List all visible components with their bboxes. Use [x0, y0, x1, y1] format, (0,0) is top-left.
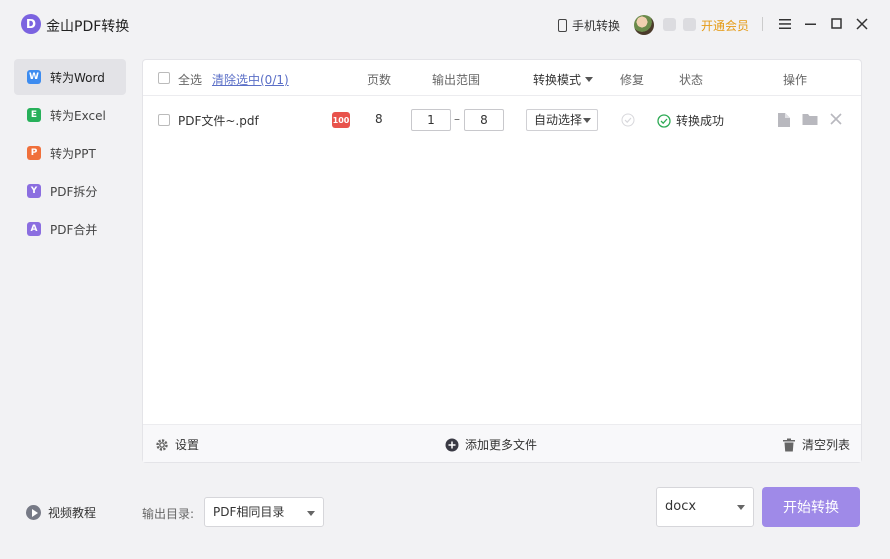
play-icon: [26, 505, 41, 520]
status-badge: 转换成功: [657, 112, 724, 129]
gear-icon: [156, 438, 168, 451]
app-title: 金山PDF转换: [46, 19, 130, 35]
format-value: docx: [665, 499, 697, 514]
plus-circle-icon: [445, 438, 459, 451]
video-tutorial-label: 视频教程: [48, 506, 97, 520]
app-logo: D: [21, 14, 41, 34]
column-header-convert-mode[interactable]: 转换模式: [533, 71, 594, 88]
start-convert-button[interactable]: 开始转换: [762, 487, 860, 527]
column-header-status: 状态: [679, 73, 704, 87]
folder-icon[interactable]: [802, 112, 818, 126]
pdf-score-icon: 100: [332, 112, 350, 128]
sidebar-item-label: PDF合并: [50, 222, 98, 237]
range-separator: –: [454, 112, 460, 126]
close-button[interactable]: [854, 16, 870, 32]
sidebar-item-label: 转为Word: [50, 70, 105, 85]
add-files-label: 添加更多文件: [465, 438, 538, 452]
menu-button[interactable]: [777, 16, 793, 32]
select-all-checkbox[interactable]: [158, 72, 170, 84]
row-checkbox[interactable]: [158, 114, 170, 126]
ppt-icon: P: [27, 146, 41, 160]
trash-icon: [783, 438, 795, 451]
badge-icon: [683, 18, 696, 31]
caret-down-icon: [583, 118, 591, 123]
convert-mode-value: 自动选择: [534, 113, 583, 127]
column-header-output-range: 输出范围: [432, 73, 481, 87]
sidebar-item-label: 转为PPT: [50, 146, 96, 161]
split-icon: Y: [27, 184, 41, 198]
page-count: 8: [375, 112, 383, 126]
sidebar-item-word[interactable]: W 转为Word: [14, 59, 126, 95]
sidebar-item-merge[interactable]: A PDF合并: [14, 211, 126, 247]
maximize-icon: [831, 18, 842, 29]
add-files-button[interactable]: 添加更多文件: [445, 436, 537, 453]
file-icon[interactable]: [777, 112, 791, 128]
file-list-panel: 全选 清除选中(0/1) 页数 输出范围 转换模式 修复 状态 操作 PDF文件…: [142, 59, 862, 463]
column-header-actions: 操作: [783, 73, 808, 87]
sidebar: W 转为Word E 转为Excel P 转为PPT Y PDF拆分 A PDF…: [14, 59, 126, 249]
settings-button[interactable]: 设置: [155, 436, 199, 453]
output-dir-value: PDF相同目录: [213, 505, 285, 519]
clear-list-button[interactable]: 清空列表: [782, 436, 850, 453]
mobile-convert-button[interactable]: 手机转换: [558, 17, 620, 34]
phone-icon: [558, 19, 567, 32]
mobile-convert-label: 手机转换: [572, 19, 621, 33]
titlebar-divider: [762, 17, 763, 31]
range-from-input[interactable]: 1: [411, 109, 451, 131]
menu-icon: [779, 19, 791, 29]
column-header-pages: 页数: [367, 73, 392, 87]
table-header: 全选 清除选中(0/1) 页数 输出范围 转换模式 修复 状态 操作: [143, 60, 861, 96]
badge-icon: [663, 18, 676, 31]
avatar[interactable]: [634, 15, 654, 35]
range-to-input[interactable]: 8: [464, 109, 504, 131]
sidebar-item-label: PDF拆分: [50, 184, 98, 199]
sidebar-item-label: 转为Excel: [50, 108, 106, 123]
vip-link[interactable]: 开通会员: [701, 17, 749, 34]
status-text: 转换成功: [676, 114, 725, 128]
settings-label: 设置: [175, 438, 200, 452]
caret-down-icon: [307, 511, 315, 516]
sidebar-item-excel[interactable]: E 转为Excel: [14, 97, 126, 133]
caret-down-icon: [585, 77, 594, 82]
title-bar: D 金山PDF转换 手机转换 开通会员: [0, 0, 890, 48]
maximize-button[interactable]: [829, 16, 845, 32]
select-all-label[interactable]: 全选: [178, 71, 202, 88]
excel-icon: E: [27, 108, 41, 122]
word-icon: W: [27, 70, 41, 84]
output-dir-label: 输出目录:: [142, 507, 195, 521]
clear-list-label: 清空列表: [802, 438, 851, 452]
video-tutorial-link[interactable]: 视频教程: [26, 504, 96, 521]
sidebar-item-split[interactable]: Y PDF拆分: [14, 173, 126, 209]
delete-row-icon[interactable]: [830, 113, 842, 125]
merge-icon: A: [27, 222, 41, 236]
clear-selection-link[interactable]: 清除选中(0/1): [212, 71, 289, 88]
close-icon: [856, 18, 868, 30]
caret-down-icon: [737, 505, 745, 510]
convert-mode-label: 转换模式: [533, 73, 582, 87]
success-check-icon: [657, 113, 671, 128]
column-header-repair: 修复: [620, 73, 645, 87]
sidebar-item-ppt[interactable]: P 转为PPT: [14, 135, 126, 171]
table-row[interactable]: PDF文件~.pdf 100 8 1 – 8 自动选择 转换成功: [143, 97, 861, 143]
format-select[interactable]: docx: [656, 487, 754, 527]
minimize-icon: [805, 23, 816, 25]
file-name: PDF文件~.pdf: [178, 114, 259, 128]
convert-mode-select[interactable]: 自动选择: [526, 109, 598, 131]
repair-check-icon[interactable]: [621, 113, 635, 127]
panel-footer: 设置 添加更多文件 清空列表: [143, 424, 861, 462]
minimize-button[interactable]: [803, 16, 819, 32]
output-dir-select[interactable]: PDF相同目录: [204, 497, 324, 527]
